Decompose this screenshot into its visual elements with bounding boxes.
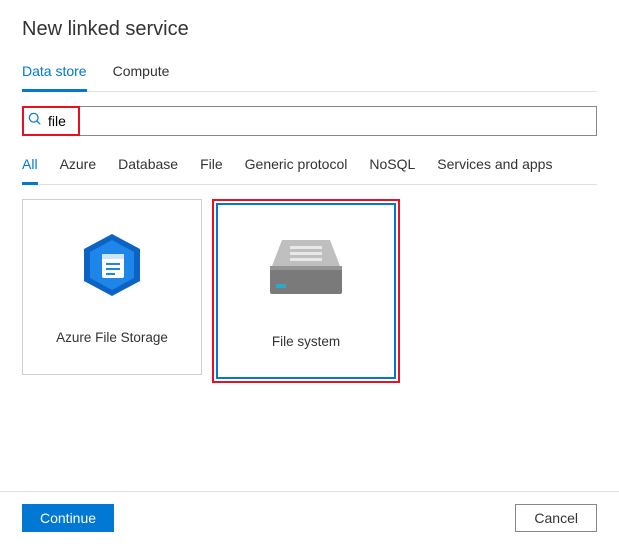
filter-services-and-apps[interactable]: Services and apps: [437, 154, 552, 184]
filter-tabs: All Azure Database File Generic protocol…: [22, 154, 597, 185]
cancel-button[interactable]: Cancel: [515, 504, 597, 532]
tab-compute[interactable]: Compute: [113, 59, 170, 91]
footer: Continue Cancel: [0, 491, 619, 532]
tab-data-store[interactable]: Data store: [22, 59, 87, 92]
page-title: New linked service: [22, 18, 597, 41]
file-system-icon: [262, 234, 350, 304]
search-icon: [28, 112, 42, 131]
card-label: File system: [272, 334, 340, 349]
filter-generic-protocol[interactable]: Generic protocol: [245, 154, 348, 184]
search-input[interactable]: [42, 108, 74, 134]
card-azure-file-storage[interactable]: Azure File Storage: [22, 199, 202, 375]
filter-all[interactable]: All: [22, 154, 38, 185]
filter-file[interactable]: File: [200, 154, 223, 184]
azure-file-storage-icon: [80, 230, 144, 300]
main-tabs: Data store Compute: [22, 59, 597, 92]
filter-nosql[interactable]: NoSQL: [369, 154, 415, 184]
filter-azure[interactable]: Azure: [60, 154, 97, 184]
card-label: Azure File Storage: [56, 330, 168, 345]
card-file-system[interactable]: File system: [216, 203, 396, 379]
filter-database[interactable]: Database: [118, 154, 178, 184]
continue-button[interactable]: Continue: [22, 504, 114, 532]
